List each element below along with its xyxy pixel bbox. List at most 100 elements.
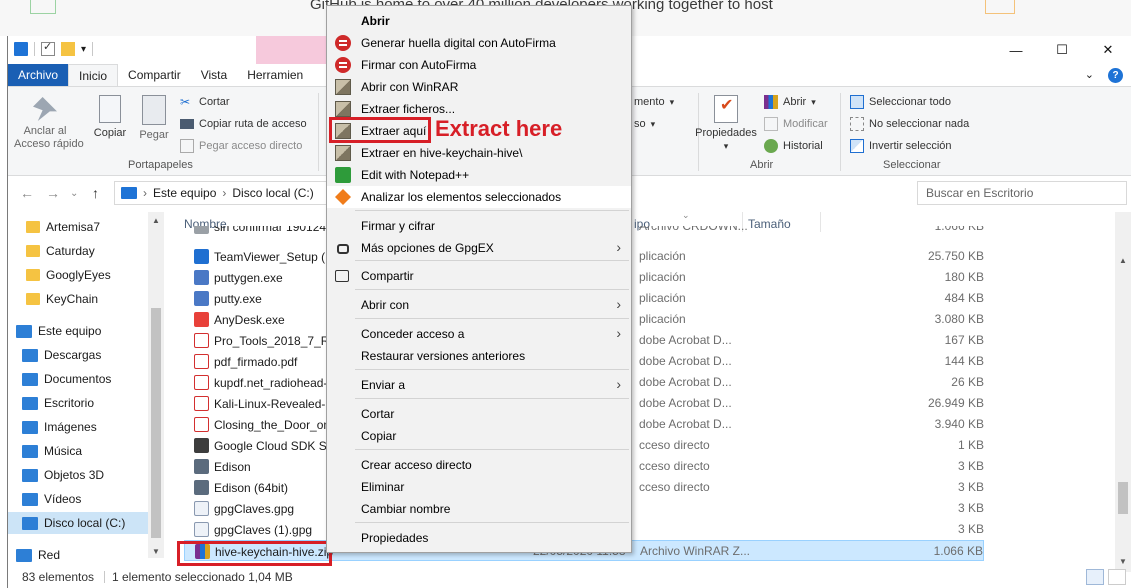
nav-item[interactable]: Música bbox=[8, 440, 148, 462]
menu-item-open[interactable]: Abrir bbox=[327, 10, 631, 32]
menu-item-cut[interactable]: Cortar bbox=[327, 403, 631, 425]
nav-item[interactable]: Vídeos bbox=[8, 488, 148, 510]
help-icon[interactable]: ? bbox=[1108, 68, 1123, 83]
invert-selection-button[interactable]: Invertir selección bbox=[850, 137, 952, 155]
history-button[interactable]: Historial bbox=[764, 137, 823, 155]
drive-icon bbox=[22, 516, 38, 530]
address-bar[interactable]: › Este equipo › Disco local (C:) bbox=[114, 181, 328, 205]
paste-shortcut-icon bbox=[180, 139, 194, 153]
nav-item[interactable]: GooglyEyes bbox=[8, 264, 148, 286]
menu-item-notepadpp[interactable]: Edit with Notepad++ bbox=[327, 164, 631, 186]
breadcrumb-disco-local[interactable]: Disco local (C:) bbox=[232, 186, 313, 200]
menu-item-open-with[interactable]: Abrir con › bbox=[327, 294, 631, 316]
move-to-button[interactable]: mento ▾ bbox=[634, 93, 674, 111]
tab-inicio[interactable]: Inicio bbox=[68, 64, 119, 86]
paste-button[interactable]: Pegar bbox=[134, 95, 174, 142]
status-bar: 83 elementos 1 elemento seleccionado 1,0… bbox=[8, 566, 1131, 588]
file-list-scrollbar[interactable]: ▲ ▼ bbox=[1115, 212, 1131, 572]
menu-item-gpgex-more[interactable]: Más opciones de GpgEX › bbox=[327, 237, 631, 259]
nav-item[interactable]: Escritorio bbox=[8, 392, 148, 414]
tab-herramientas[interactable]: Herramien bbox=[237, 64, 313, 86]
copy-button[interactable]: Copiar bbox=[90, 95, 130, 140]
customize-toolbar-icon[interactable]: ▾ bbox=[81, 44, 86, 55]
expand-ribbon-icon[interactable]: ⌄ bbox=[1085, 68, 1094, 83]
nav-item[interactable]: Red bbox=[8, 544, 148, 566]
file-size: 144 KB bbox=[944, 354, 984, 368]
3d-objects-icon bbox=[22, 468, 38, 482]
modify-button[interactable]: Modificar bbox=[764, 115, 828, 133]
select-all-button[interactable]: Seleccionar todo bbox=[850, 93, 951, 111]
breadcrumb-este-equipo[interactable]: Este equipo bbox=[153, 186, 216, 200]
window-controls: — ☐ ✕ bbox=[993, 36, 1131, 64]
tab-archivo[interactable]: Archivo bbox=[8, 64, 69, 86]
nav-item[interactable]: Objetos 3D bbox=[8, 464, 148, 486]
details-view-icon[interactable] bbox=[1086, 569, 1104, 585]
scroll-down-icon[interactable]: ▼ bbox=[152, 547, 160, 556]
menu-item-sign-encrypt[interactable]: Firmar y cifrar bbox=[327, 215, 631, 237]
menu-item-autofirma-sign[interactable]: Firmar con AutoFirma bbox=[327, 54, 631, 76]
minimize-button[interactable]: — bbox=[993, 36, 1039, 64]
tab-vista[interactable]: Vista bbox=[191, 64, 237, 86]
file-scroll-thumb[interactable] bbox=[1118, 482, 1128, 514]
file-name: pdf_firmado.pdf bbox=[214, 354, 298, 369]
menu-item-create-shortcut[interactable]: Crear acceso directo bbox=[327, 454, 631, 476]
search-input[interactable]: Buscar en Escritorio bbox=[917, 181, 1127, 205]
scroll-up-icon[interactable]: ▲ bbox=[152, 216, 160, 225]
menu-item-restore-versions[interactable]: Restaurar versiones anteriores bbox=[327, 345, 631, 367]
back-arrow-icon[interactable]: ← bbox=[20, 185, 34, 201]
nav-item[interactable]: Descargas bbox=[8, 344, 148, 366]
file-type: dobe Acrobat D... bbox=[639, 396, 732, 410]
nav-item[interactable]: Disco local (C:) bbox=[8, 512, 148, 534]
cut-button[interactable]: ✂ Cortar bbox=[180, 93, 230, 111]
scroll-up-icon[interactable]: ▲ bbox=[1119, 256, 1127, 265]
copy-path-button[interactable]: Copiar ruta de acceso bbox=[180, 115, 307, 133]
maximize-button[interactable]: ☐ bbox=[1039, 36, 1085, 64]
nav-item[interactable]: KeyChain bbox=[8, 288, 148, 310]
gpg-file-icon bbox=[194, 522, 209, 537]
computer-icon[interactable] bbox=[14, 42, 28, 56]
tab-compartir[interactable]: Compartir bbox=[118, 64, 191, 86]
nav-item[interactable]: Documentos bbox=[8, 368, 148, 390]
menu-item-label: Compartir bbox=[361, 269, 414, 283]
up-arrow-icon[interactable]: ↑ bbox=[92, 185, 99, 201]
nav-item[interactable]: Este equipo bbox=[8, 320, 148, 342]
menu-item-send-to[interactable]: Enviar a › bbox=[327, 374, 631, 396]
file-name: gpgClaves (1).gpg bbox=[214, 522, 313, 537]
menu-item-avast-scan[interactable]: Analizar los elementos seleccionados bbox=[327, 186, 631, 208]
menu-item-delete[interactable]: Eliminar bbox=[327, 476, 631, 498]
menu-item-grant-access[interactable]: Conceder acceso a › bbox=[327, 323, 631, 345]
large-icons-view-icon[interactable] bbox=[1108, 569, 1126, 585]
submenu-arrow-icon: › bbox=[616, 239, 621, 255]
select-none-button[interactable]: No seleccionar nada bbox=[850, 115, 969, 133]
pin-quick-access-button[interactable]: Anclar al Acceso rápido bbox=[14, 95, 84, 151]
menu-item-extract-to[interactable]: Extraer en hive-keychain-hive\ bbox=[327, 142, 631, 164]
new-folder-icon[interactable] bbox=[61, 42, 75, 56]
close-button[interactable]: ✕ bbox=[1085, 36, 1131, 64]
forward-arrow-icon[interactable]: → bbox=[46, 185, 60, 201]
extract-here-highlight bbox=[329, 117, 431, 143]
nav-item-label: Escritorio bbox=[44, 396, 95, 410]
scroll-down-icon[interactable]: ▼ bbox=[1119, 557, 1127, 566]
menu-item-autofirma-hash[interactable]: Generar huella digital con AutoFirma bbox=[327, 32, 631, 54]
menu-item-share[interactable]: Compartir bbox=[327, 265, 631, 287]
autofirma-icon bbox=[335, 57, 351, 73]
menu-item-rename[interactable]: Cambiar nombre bbox=[327, 498, 631, 520]
paste-shortcut-button[interactable]: Pegar acceso directo bbox=[180, 137, 302, 155]
nav-item[interactable]: Imágenes bbox=[8, 416, 148, 438]
nav-item[interactable]: Artemisa7 bbox=[8, 216, 148, 238]
computer-icon bbox=[121, 187, 137, 199]
recent-locations-icon[interactable]: ⌄ bbox=[70, 188, 78, 199]
nav-item[interactable]: Caturday bbox=[8, 240, 148, 262]
nav-scrollbar[interactable]: ▲ ▼ bbox=[148, 212, 164, 558]
open-button[interactable]: Abrir ▾ bbox=[764, 93, 816, 111]
menu-item-properties[interactable]: Propiedades bbox=[327, 527, 631, 549]
file-size: 3 KB bbox=[957, 522, 984, 536]
properties-button[interactable]: ✔ Propiedades ▾ bbox=[694, 95, 758, 153]
menu-item-copy[interactable]: Copiar bbox=[327, 425, 631, 447]
file-type: plicación bbox=[639, 270, 686, 284]
file-type: plicación bbox=[639, 291, 686, 305]
copy-to-button[interactable]: so ▾ bbox=[634, 115, 655, 133]
properties-icon[interactable] bbox=[41, 40, 55, 56]
menu-item-winrar-open[interactable]: Abrir con WinRAR bbox=[327, 76, 631, 98]
nav-scroll-thumb[interactable] bbox=[151, 308, 161, 538]
